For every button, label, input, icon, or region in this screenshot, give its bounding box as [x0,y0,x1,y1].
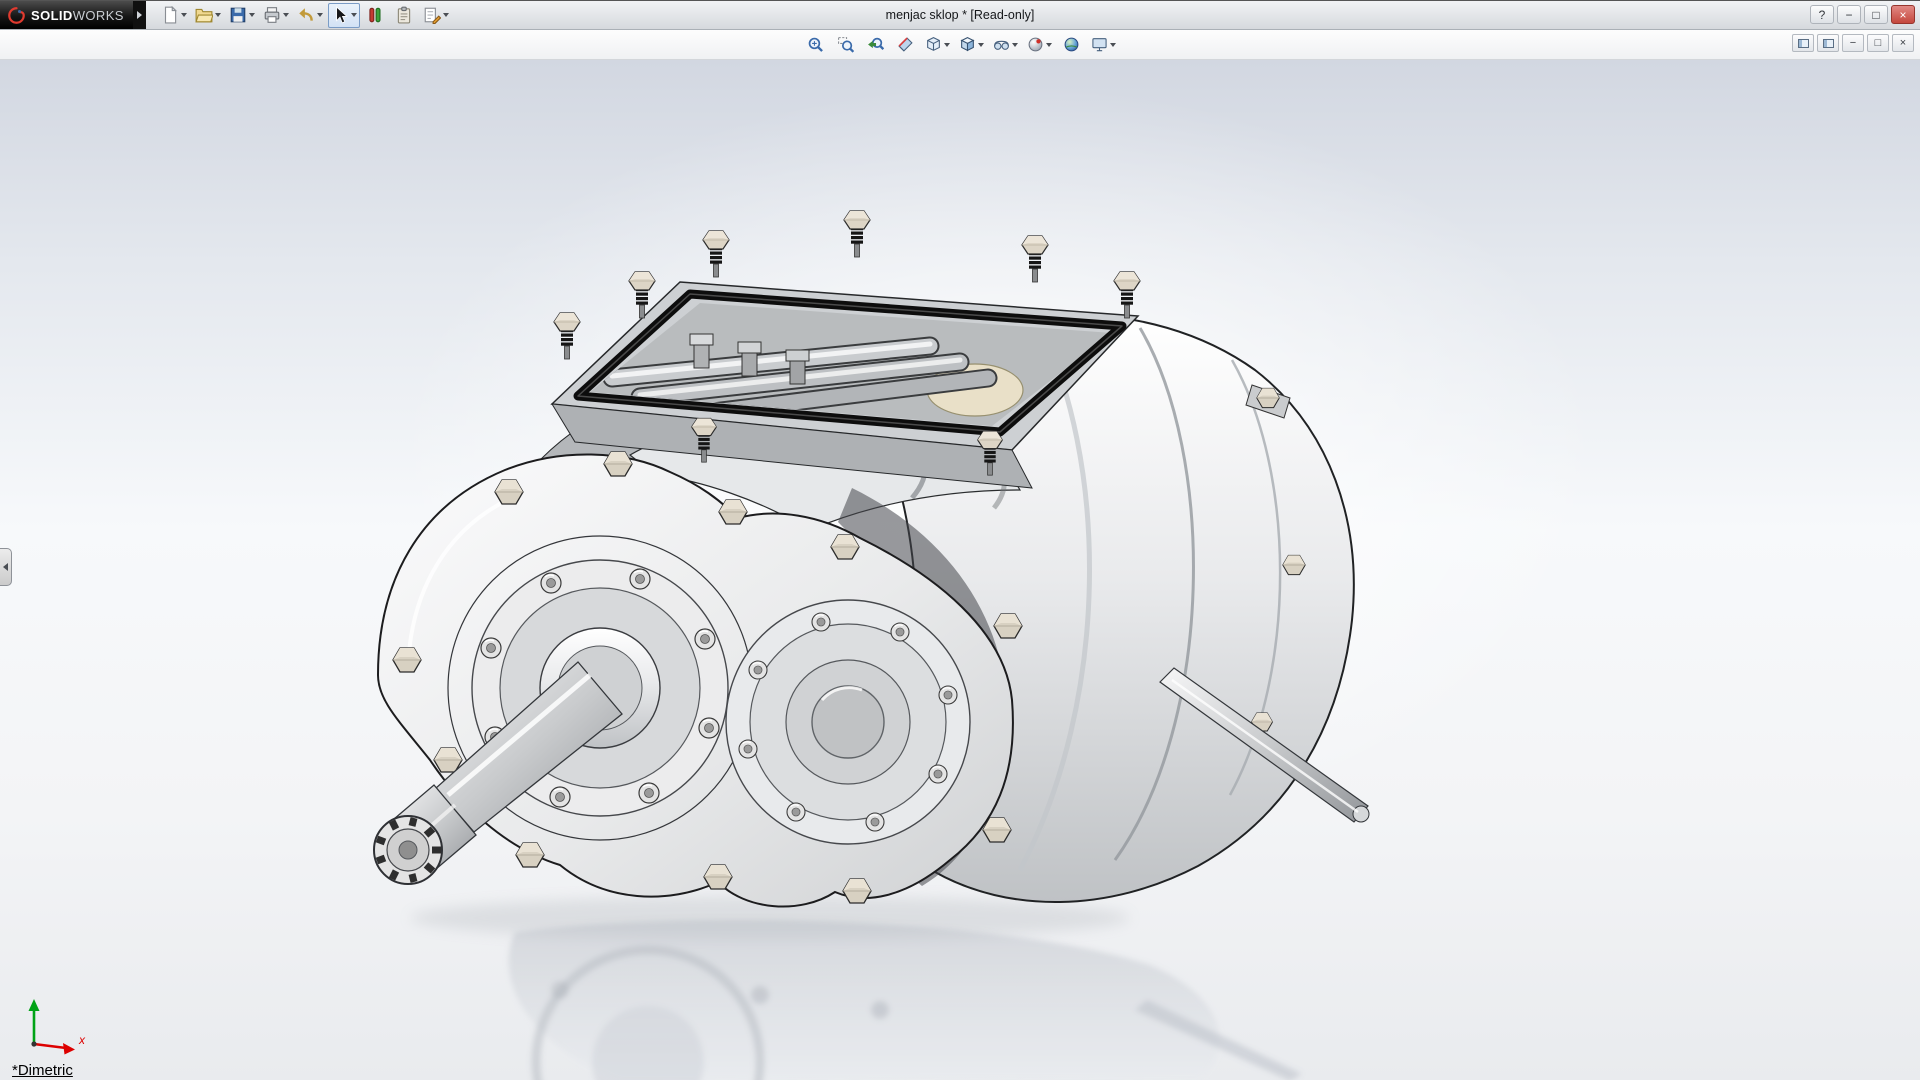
brand-name-bold: SOLID [31,8,73,23]
triad-x-arrow [63,1043,75,1055]
graphics-viewport[interactable]: x *Dimetric [0,60,1920,1080]
section-view-button[interactable] [892,32,919,57]
triad-y-arrow [29,999,40,1011]
new-icon [161,6,179,24]
scene-icon [1063,36,1080,53]
brand-name-light: WORKS [73,8,124,23]
brand-name: SOLIDWORKS [31,8,124,23]
new-document-dropdown-caret[interactable] [181,13,187,17]
hide-show-items-button[interactable] [990,32,1021,57]
help-button[interactable]: ? [1810,5,1834,24]
dassault-systemes-logo-icon [8,7,25,24]
section-icon [897,36,914,53]
right-bearing-cover[interactable] [726,600,970,844]
window-controls: ?−□× [1807,5,1915,24]
save-icon [229,6,247,24]
select-dropdown-caret[interactable] [351,13,357,17]
zoom-to-fit-button[interactable] [802,32,829,57]
apply-scene-button[interactable] [1058,32,1085,57]
document-title: menjac sklop * [Read-only] [886,8,1035,22]
display-icon [959,36,976,53]
solidworks-window: SOLIDWORKS menjac sklop * [Read-only] ?−… [0,0,1920,1080]
selection-filter-button[interactable] [362,3,389,28]
file-properties-button[interactable] [391,3,418,28]
glasses-icon [993,36,1010,53]
minimize-document-button[interactable]: − [1842,34,1864,52]
print-button[interactable] [260,3,292,28]
close-document-button[interactable]: × [1892,34,1914,52]
title-bar: SOLIDWORKS menjac sklop * [Read-only] ?−… [0,1,1920,30]
view-settings-button[interactable] [1088,32,1119,57]
print-icon [263,6,281,24]
view-toolbar [802,32,1119,57]
menu-expand-arrow[interactable] [133,1,146,29]
view-orientation-dropdown-caret[interactable] [944,43,950,47]
open-document-dropdown-caret[interactable] [215,13,221,17]
new-document-button[interactable] [158,3,190,28]
zoom-area-icon [837,36,854,53]
pane-icon [1798,39,1809,48]
undo-icon [297,6,315,24]
pane-toggle-right-button[interactable] [1817,34,1839,52]
previous-view-button[interactable] [862,32,889,57]
pane-toggle-left-button[interactable] [1792,34,1814,52]
gearbox-3d-model[interactable] [0,60,1920,1080]
minimize-app-button[interactable]: − [1837,5,1861,24]
undo-dropdown-caret[interactable] [317,13,323,17]
main-toolbar [158,3,452,28]
heads-up-toolbar-row: −□× [0,30,1920,60]
clipboard-icon [395,6,413,24]
restore-document-button[interactable]: □ [1867,34,1889,52]
display-style-button[interactable] [956,32,987,57]
orientation-triad: x [16,992,94,1056]
model-reflection [410,896,1302,1080]
print-dropdown-caret[interactable] [283,13,289,17]
open-document-button[interactable] [192,3,224,28]
select-icon [331,6,349,24]
solidworks-logo: SOLIDWORKS [0,1,133,29]
triad-x-label: x [78,1033,86,1047]
save-button[interactable] [226,3,258,28]
prev-view-icon [867,36,884,53]
options-icon [423,6,441,24]
hide-show-items-dropdown-caret[interactable] [1012,43,1018,47]
undo-button[interactable] [294,3,326,28]
menu-expand-arrow-icon [137,11,142,19]
view-orientation-label: *Dimetric [12,1062,73,1079]
options-dropdown-caret[interactable] [443,13,449,17]
appearance-icon [1027,36,1044,53]
monitor-icon [1091,36,1108,53]
close-app-button[interactable]: × [1891,5,1915,24]
zoom-to-area-button[interactable] [832,32,859,57]
flyout-arrow-icon [3,563,8,571]
view-orientation-button[interactable] [922,32,953,57]
view-settings-dropdown-caret[interactable] [1110,43,1116,47]
maximize-app-button[interactable]: □ [1864,5,1888,24]
display-style-dropdown-caret[interactable] [978,43,984,47]
edit-appearance-dropdown-caret[interactable] [1046,43,1052,47]
orientation-icon [925,36,942,53]
edit-appearance-button[interactable] [1024,32,1055,57]
select-button[interactable] [328,3,360,28]
filter-icon [366,6,384,24]
feature-panel-flyout-tab[interactable] [0,548,12,586]
zoom-fit-icon [807,36,824,53]
save-dropdown-caret[interactable] [249,13,255,17]
open-icon [195,6,213,24]
options-button[interactable] [420,3,452,28]
document-window-controls: −□× [1789,34,1914,52]
pane-icon [1823,39,1834,48]
